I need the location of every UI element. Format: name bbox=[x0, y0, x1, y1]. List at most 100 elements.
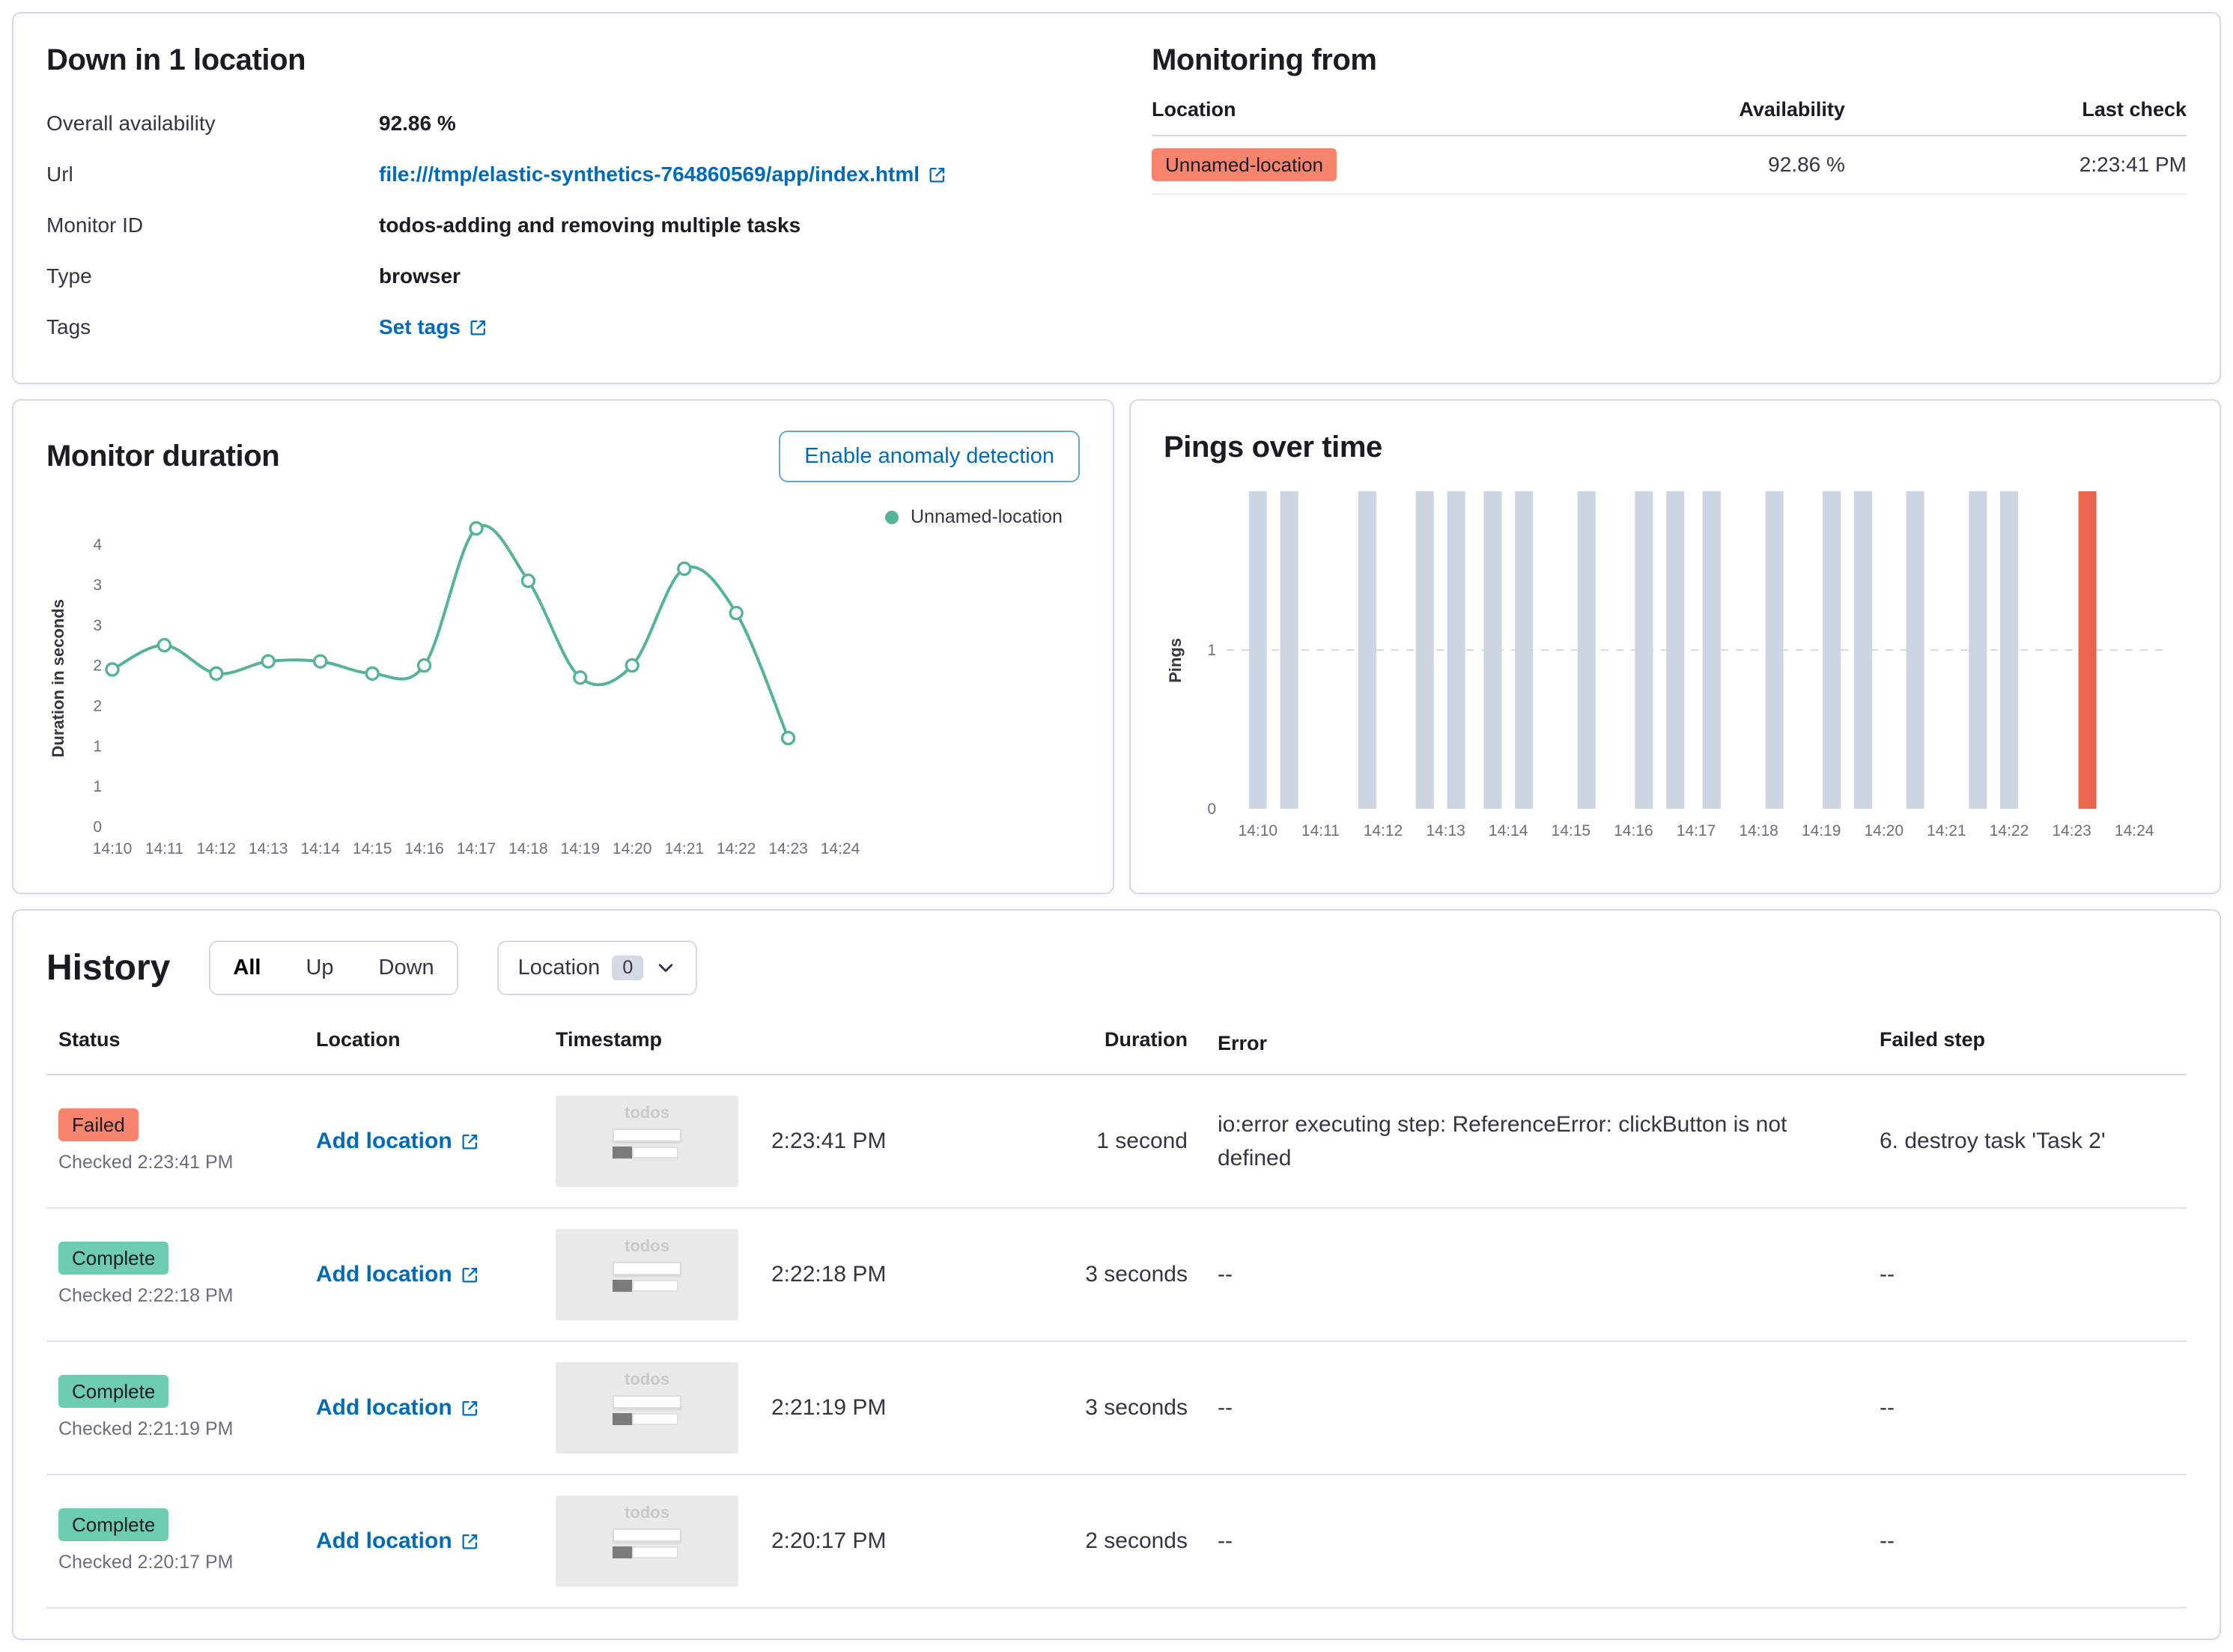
svg-text:14:19: 14:19 bbox=[561, 840, 601, 857]
thumbnail-input-sketch bbox=[613, 1528, 681, 1542]
location-filter-label: Location bbox=[517, 956, 601, 980]
step-screenshot-thumbnail[interactable]: todos bbox=[556, 1228, 738, 1320]
step-screenshot-thumbnail[interactable]: todos bbox=[556, 1495, 738, 1587]
svg-text:14:11: 14:11 bbox=[1301, 822, 1340, 839]
availability-value: 92.86 % bbox=[1617, 136, 1845, 195]
pings-y-axis-label: Pings bbox=[1166, 638, 1185, 683]
ping-error: -- bbox=[1218, 1528, 1233, 1553]
svg-text:0: 0 bbox=[93, 819, 102, 836]
column-header-last-check: Last check bbox=[1844, 98, 2187, 136]
column-header-duration: Duration bbox=[1105, 1028, 1188, 1051]
failed-step: -- bbox=[1880, 1528, 1895, 1553]
enable-anomaly-detection-button[interactable]: Enable anomaly detection bbox=[779, 431, 1080, 482]
add-location-link[interactable]: Add location bbox=[316, 1528, 479, 1554]
column-header-error: Error bbox=[1218, 1032, 1268, 1054]
monitor-id-value: todos-adding and removing multiple tasks bbox=[379, 213, 801, 237]
monitor-details-list: Overall availability 92.86 % Url file://… bbox=[46, 98, 1104, 353]
detail-row-availability: Overall availability 92.86 % bbox=[46, 98, 1104, 149]
detail-row-tags: Tags Set tags bbox=[46, 302, 1104, 353]
status-badge: Failed bbox=[58, 1108, 139, 1141]
history-table-header: Status Location Timestamp Duration Error… bbox=[46, 1028, 2187, 1075]
step-screenshot-thumbnail[interactable]: todos bbox=[556, 1095, 738, 1187]
svg-text:14:19: 14:19 bbox=[1802, 822, 1841, 839]
duration-chart-area: Duration in seconds 14:10 14:11 14:12 14:13… bbox=[46, 494, 1080, 863]
svg-text:14:20: 14:20 bbox=[613, 840, 652, 857]
ping-error: -- bbox=[1218, 1395, 1233, 1420]
failed-step: -- bbox=[1880, 1261, 1895, 1287]
status-title: Down in 1 location bbox=[46, 43, 306, 76]
svg-text:3: 3 bbox=[93, 577, 102, 594]
svg-text:14:21: 14:21 bbox=[1927, 822, 1966, 839]
column-header-location: Location bbox=[1152, 98, 1617, 136]
filter-all-button[interactable]: All bbox=[210, 942, 284, 994]
monitor-url-text: file:///tmp/elastic-synthetics-764860569… bbox=[379, 163, 920, 186]
svg-text:14:14: 14:14 bbox=[301, 840, 341, 857]
thumbnail-input-sketch bbox=[613, 1394, 681, 1409]
last-check-value: 2:23:41 PM bbox=[1844, 136, 2187, 195]
monitoring-from-title: Monitoring from bbox=[1152, 43, 1377, 76]
ping-error: io:error executing step: ReferenceError:… bbox=[1218, 1111, 1787, 1170]
svg-text:3: 3 bbox=[93, 617, 102, 634]
table-row: Complete Checked 2:21:19 PM Add location… bbox=[46, 1342, 2187, 1475]
location-count-badge: 0 bbox=[612, 956, 644, 980]
ping-duration: 3 seconds bbox=[1085, 1394, 1188, 1420]
legend-label: Unnamed-location bbox=[911, 506, 1063, 527]
legend-dot-icon bbox=[885, 510, 899, 524]
add-location-link[interactable]: Add location bbox=[316, 1262, 479, 1287]
monitor-type-value: browser bbox=[379, 264, 461, 288]
chart-legend[interactable]: Unnamed-location bbox=[864, 494, 1080, 863]
ping-timestamp: 2:21:19 PM bbox=[771, 1394, 887, 1420]
svg-text:4: 4 bbox=[93, 536, 102, 553]
add-location-link[interactable]: Add location bbox=[316, 1129, 479, 1154]
external-link-icon bbox=[461, 1132, 479, 1150]
pings-over-time-title: Pings over time bbox=[1164, 431, 1382, 464]
failed-step: -- bbox=[1880, 1394, 1895, 1420]
status-badge: Complete bbox=[58, 1508, 169, 1541]
monitor-url-link[interactable]: file:///tmp/elastic-synthetics-764860569… bbox=[379, 163, 947, 186]
svg-text:14:11: 14:11 bbox=[145, 840, 183, 857]
location-filter-button[interactable]: Location 0 bbox=[496, 941, 698, 995]
status-badge: Complete bbox=[58, 1242, 169, 1275]
svg-text:1: 1 bbox=[1207, 642, 1216, 659]
svg-text:14:15: 14:15 bbox=[1552, 822, 1591, 839]
svg-text:14:17: 14:17 bbox=[1677, 822, 1716, 839]
svg-text:14:21: 14:21 bbox=[665, 840, 705, 857]
ping-duration: 1 second bbox=[1096, 1128, 1188, 1153]
filter-down-button[interactable]: Down bbox=[356, 942, 457, 994]
svg-text:0: 0 bbox=[1207, 801, 1216, 818]
step-screenshot-thumbnail[interactable]: todos bbox=[556, 1361, 738, 1454]
external-link-icon bbox=[470, 318, 487, 336]
svg-text:14:20: 14:20 bbox=[1865, 822, 1904, 839]
svg-text:14:13: 14:13 bbox=[249, 840, 288, 857]
table-row: Failed Checked 2:23:41 PM Add location t… bbox=[46, 1075, 2187, 1209]
status-section: Down in 1 location Overall availability … bbox=[46, 43, 1104, 353]
table-row: Unnamed-location 92.86 % 2:23:41 PM bbox=[1152, 136, 2187, 195]
ping-error: -- bbox=[1218, 1262, 1233, 1287]
set-tags-link[interactable]: Set tags bbox=[379, 315, 487, 339]
svg-text:2: 2 bbox=[93, 658, 102, 675]
monitor-duration-title: Monitor duration bbox=[46, 440, 280, 473]
duration-y-axis-label: Duration in seconds bbox=[49, 599, 67, 758]
history-panel: History All Up Down Location 0 Status Lo… bbox=[12, 909, 2221, 1640]
column-header-location: Location bbox=[316, 1028, 401, 1051]
column-header-failed-step: Failed step bbox=[1880, 1028, 1986, 1051]
pings-chart-area: Pings 14:10 14:11 14:12 14:13 14:14 14:15 14:1… bbox=[1164, 476, 2187, 845]
svg-text:14:10: 14:10 bbox=[93, 840, 133, 857]
location-badge: Unnamed-location bbox=[1152, 148, 1337, 181]
ping-timestamp: 2:23:41 PM bbox=[771, 1128, 887, 1153]
pings-chart: 14:10 14:11 14:12 14:13 14:14 14:15 14:16 14:17… bbox=[1207, 491, 2166, 839]
uptime-monitor-page: Down in 1 location Overall availability … bbox=[0, 0, 2233, 1652]
chevron-down-icon bbox=[655, 958, 676, 979]
svg-text:1: 1 bbox=[93, 738, 102, 755]
monitor-duration-panel: Monitor duration Enable anomaly detectio… bbox=[12, 399, 1114, 894]
external-link-icon bbox=[929, 165, 947, 183]
filter-up-button[interactable]: Up bbox=[283, 942, 356, 994]
column-header-status: Status bbox=[58, 1028, 121, 1051]
svg-text:14:15: 14:15 bbox=[353, 840, 392, 857]
add-location-link[interactable]: Add location bbox=[316, 1395, 479, 1421]
duration-chart: 14:10 14:11 14:12 14:13 14:14 14:15 14:16 14:17… bbox=[93, 520, 860, 857]
svg-text:14:22: 14:22 bbox=[717, 840, 756, 857]
svg-text:2: 2 bbox=[93, 697, 102, 714]
detail-row-monitor-id: Monitor ID todos-adding and removing mul… bbox=[46, 200, 1104, 251]
svg-text:14:22: 14:22 bbox=[1990, 822, 2029, 839]
